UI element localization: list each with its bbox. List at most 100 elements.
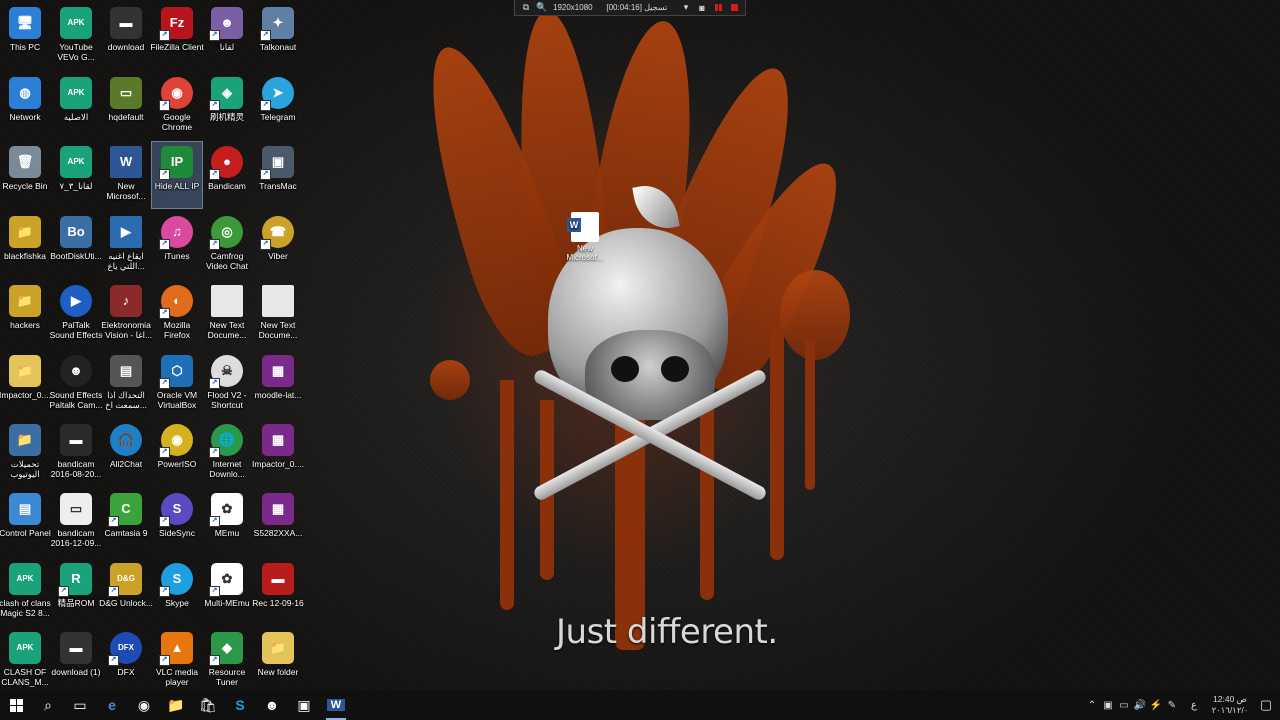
desktop-icon[interactable]: ▬ download [101,3,151,69]
desktop-icon[interactable]: New Text Docume... [253,281,303,347]
desktop-icon[interactable]: S ↗ SideSync [152,489,202,555]
desktop-file-label: New Microsof... [566,244,604,262]
skype-icon: S [235,697,245,713]
desktop-icon[interactable]: IP ↗ Hide ALL IP [151,141,203,209]
taskbar-chrome-button[interactable]: ◉ [128,690,160,720]
desktop-icon[interactable]: New Text Docume... [202,281,252,347]
desktop-icon[interactable]: ◍ Network [0,73,50,139]
desktop-icon[interactable]: ◉ ↗ PowerISO [152,420,202,486]
window-select-icon[interactable]: ⧉ [521,2,531,13]
desktop-icon[interactable]: 📁 Impactor_0.... [0,351,51,417]
desktop-icon[interactable]: ▦ S5282XXA... [253,489,303,555]
desktop-icon[interactable]: 🖥 This PC [0,3,50,69]
desktop-icon[interactable]: D&G ↗ D&G Unlock... [99,559,153,625]
desktop-icon-label: TransMac [259,181,297,191]
camera-icon[interactable]: ◙ [697,3,707,13]
desktop-icon[interactable]: ☻ ↗ لقانا [202,3,252,69]
desktop-icon[interactable]: ▦ moodle-lat... [253,351,303,417]
search-button[interactable]: ⌕ [32,690,64,720]
desktop-icon[interactable]: ▣ ↗ TransMac [253,142,303,208]
desktop-icon[interactable]: APK CLASH OF CLANS_M... [0,628,50,694]
tray-app-icon[interactable]: ▣ [1100,700,1116,711]
taskbar-pinned-apps: ▭ e ◉ 📁 🛍 S ☻ ▣ W [64,690,352,720]
desktop-icon[interactable]: W New Microsof... [101,142,151,208]
app-icon: ◐ ↗ [159,285,193,319]
screen-recorder-toolbar[interactable]: ⧉ 🔍 1920x1080 تسجيل [00:04:16] ▾ ◙ [514,0,746,16]
desktop-icon[interactable]: ▤ التحداك اذا سمعت اخ... [101,351,151,417]
dropdown-arrow-icon[interactable]: ▾ [681,2,691,13]
start-button[interactable] [0,690,32,720]
desktop-icon[interactable]: R ↗ 精品ROM [51,559,101,625]
pen-icon[interactable]: ✎ [1164,700,1180,711]
desktop-icon[interactable]: ▶ PalTalk Sound Effects [50,281,102,347]
desktop-icon[interactable]: ▬ bandicam 2016-08-20... [51,420,101,486]
desktop-icon[interactable]: 📁 New folder [253,628,303,694]
desktop-icon[interactable]: Bo BootDiskUti... [50,212,102,278]
desktop-icon[interactable]: ☠ ↗ Flood V2 - Shortcut [202,351,252,417]
desktop-icon[interactable]: C ↗ Camtasia 9 [101,489,151,555]
desktop-icon[interactable]: 🗑 Recycle Bin [0,142,50,208]
taskbar-word-button[interactable]: W [320,690,352,720]
taskbar-skype-button[interactable]: S [224,690,256,720]
system-clock[interactable]: 12:40 ص ٢٠١٦/١٢/٠ [1208,694,1252,716]
desktop-file-word-document[interactable]: New Microsof... [562,212,608,268]
show-hidden-icons-chevron-icon[interactable]: ⌃ [1084,700,1100,711]
desktop-icon[interactable]: ♪ Elektronomia - Vision - اغا... [100,281,152,347]
app-icon: ♪ [110,285,142,317]
desktop-icon[interactable]: ▦ Impactor_0.... [252,420,304,486]
desktop-icon[interactable]: ● ↗ Bandicam [202,142,252,208]
desktop-icon-label: New Text Docume... [258,320,298,340]
desktop-icon[interactable]: ▲ ↗ VLC media player [152,628,202,694]
language-switch-icon[interactable]: ⚡ [1148,700,1164,711]
desktop-icon[interactable]: S ↗ Skype [152,559,202,625]
desktop-icon[interactable]: ⬡ ↗ Oracle VM VirtualBox [152,351,202,417]
zoom-icon[interactable]: 🔍 [536,2,547,13]
volume-icon[interactable]: 🔊 [1132,700,1148,711]
desktop-icon[interactable]: ▭ hqdefault [101,73,151,139]
desktop-icon[interactable]: ◉ ↗ Google Chrome [152,73,202,139]
desktop-icon[interactable]: ▶ ايقاع اغنيه اللتي ياع... [101,212,151,278]
desktop-icon[interactable]: 🌐 ↗ Internet Downlo... [202,420,252,486]
desktop-icon[interactable]: ➤ ↗ Telegram [253,73,303,139]
input-language-indicator[interactable]: ع [1180,700,1208,711]
desktop-icon[interactable]: ☎ ↗ Viber [253,212,303,278]
desktop-icon[interactable]: ✿ ↗ Multi-MEmu [202,559,252,625]
taskbar-edge-button[interactable]: e [96,690,128,720]
stop-button[interactable] [729,3,739,13]
desktop-icon[interactable]: ✦ ↗ Talkonaut [253,3,303,69]
desktop-icon[interactable]: ✿ ↗ MEmu [202,489,252,555]
taskbar-file-explorer-button[interactable]: 📁 [160,690,192,720]
desktop-icon[interactable]: ▤ Control Panel [0,489,51,555]
desktop-icon[interactable]: 🎧 All2Chat [101,420,151,486]
desktop-icon[interactable]: APK الاصليه [51,73,101,139]
desktop-icon[interactable]: APK YouTube VEVo G... [51,3,101,69]
desktop-icon[interactable]: 📁 blackfishka [0,212,50,278]
desktop-icon[interactable]: ◆ ↗ Resource Tuner [202,628,252,694]
desktop-icon[interactable]: ◎ ↗ Camfrog Video Chat [202,212,252,278]
desktop-icon[interactable]: DFX ↗ DFX [101,628,151,694]
desktop-icon[interactable]: ♫ ↗ iTunes [152,212,202,278]
desktop-icon[interactable]: 📁 تحميلات اليوتيوب [0,420,50,486]
shortcut-arrow-icon: ↗ [159,169,170,180]
desktop-icon[interactable]: Fz ↗ FileZilla Client [150,3,204,69]
desktop-icon[interactable]: APK لقانا_٣_٧ [51,142,101,208]
desktop-icon[interactable]: ▬ Rec 12-09-16 [252,559,304,625]
shortcut-arrow-icon: ↗ [209,169,220,180]
desktop-icon[interactable]: ☻ Sound Effects Paltalk Cam... [50,351,102,417]
desktop-icon[interactable]: APK clash of clans Magic S2 8... [0,559,51,625]
desktop-icon[interactable]: ◈ ↗ 刷机精灵 [202,73,252,139]
taskbar-store-button[interactable]: 🛍 [192,690,224,720]
pause-button[interactable] [713,3,723,13]
taskbar-lqana-button[interactable]: ☻ [256,690,288,720]
action-center-icon[interactable]: ▢ [1252,697,1280,713]
desktop-icon[interactable]: ▭ bandicam 2016-12-09... [51,489,101,555]
taskbar-bandicam-folder-button[interactable]: ▣ [288,690,320,720]
app-icon: ▦ [262,493,294,525]
desktop-icon[interactable]: ◐ ↗ Mozilla Firefox [152,281,202,347]
network-icon[interactable]: ▭ [1116,700,1132,711]
app-icon: ▶ [110,216,142,248]
desktop-icon[interactable]: 📁 hackers [0,281,50,347]
desktop-icon-label: Impactor_0.... [0,390,51,400]
desktop-icon[interactable]: ▬ download (1) [51,628,101,694]
taskbar-task-view-button[interactable]: ▭ [64,690,96,720]
